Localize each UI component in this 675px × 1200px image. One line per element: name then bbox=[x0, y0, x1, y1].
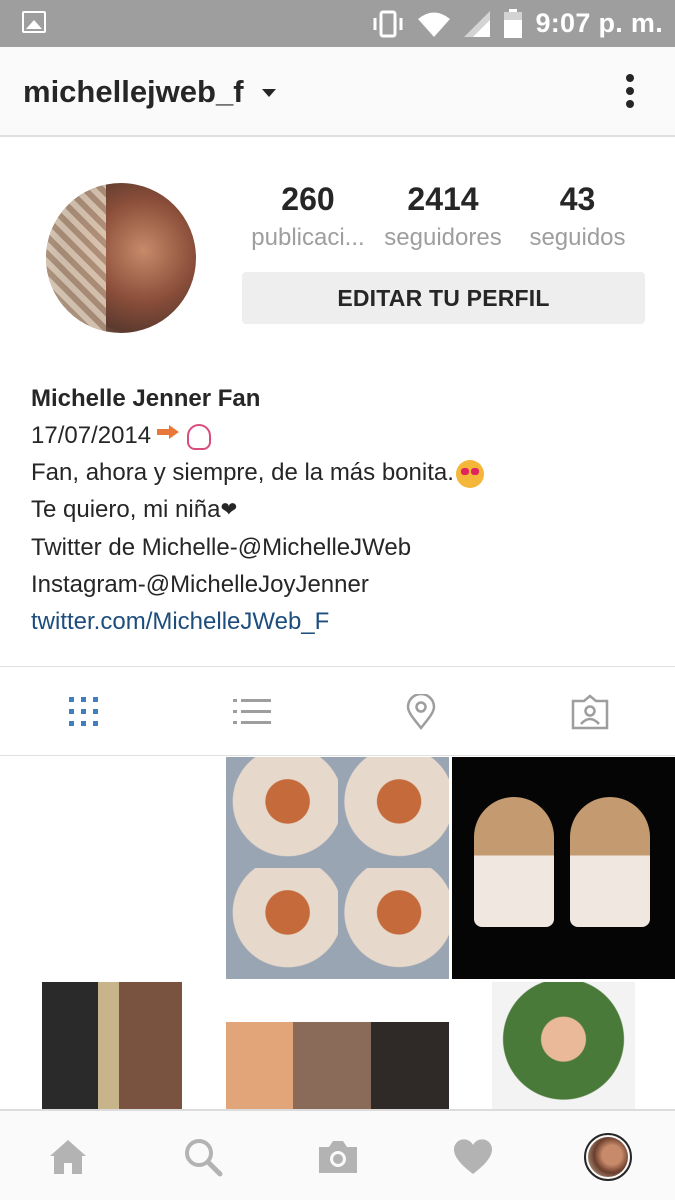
profile-stats: 260 publicaci... 2414 seguidores 43 segu… bbox=[240, 180, 650, 260]
bio-date-line: 17/07/2014 bbox=[31, 417, 651, 454]
stat-posts-label: publicaci... bbox=[251, 224, 365, 251]
dropdown-caret-icon[interactable] bbox=[262, 89, 276, 97]
status-bar: 9:07 p. m. bbox=[0, 0, 675, 47]
image-icon bbox=[22, 11, 46, 33]
profile-bio: Michelle Jenner Fan 17/07/2014 Fan, ahor… bbox=[31, 380, 651, 640]
grid-photo[interactable] bbox=[452, 982, 675, 1109]
grid-photo[interactable] bbox=[452, 757, 675, 979]
tab-tagged[interactable] bbox=[506, 667, 674, 757]
location-icon bbox=[406, 694, 436, 730]
stat-posts-value: 260 bbox=[281, 181, 335, 217]
more-options-icon[interactable] bbox=[620, 74, 640, 110]
grid-photo[interactable] bbox=[0, 757, 223, 979]
signal-icon bbox=[464, 10, 491, 37]
account-username[interactable]: michellejweb_f bbox=[23, 74, 244, 110]
stat-following-label: seguidos bbox=[529, 224, 626, 251]
stat-following[interactable]: 43 seguidos bbox=[520, 180, 635, 258]
grid-photo[interactable] bbox=[226, 982, 449, 1109]
battery-icon bbox=[504, 8, 523, 38]
tagged-icon bbox=[571, 694, 609, 730]
list-view-icon bbox=[233, 699, 271, 724]
heart-icon: ❤ bbox=[220, 499, 238, 522]
bio-line-1-text: Fan, ahora y siempre, de la más bonita. bbox=[31, 459, 454, 486]
camera-icon bbox=[318, 1140, 357, 1173]
home-icon bbox=[49, 1139, 86, 1174]
app-header: michellejweb_f bbox=[0, 47, 675, 137]
bio-date: 17/07/2014 bbox=[31, 422, 152, 449]
bio-line-3: Twitter de Michelle-@MichelleJWeb bbox=[31, 534, 412, 562]
wifi-icon bbox=[418, 12, 451, 37]
stat-following-value: 43 bbox=[559, 181, 596, 217]
bio-line-4: Instagram-@MichelleJoyJenner bbox=[31, 571, 369, 599]
status-icons: 9:07 p. m. bbox=[371, 0, 663, 47]
grid-photo[interactable] bbox=[0, 982, 223, 1109]
tab-list[interactable] bbox=[168, 667, 336, 757]
bio-line-2: Te quiero, mi niña❤ bbox=[31, 491, 651, 529]
stat-posts[interactable]: 260 publicaci... bbox=[240, 180, 376, 258]
bio-line-1: Fan, ahora y siempre, de la más bonita. bbox=[31, 454, 651, 491]
profile-avatar[interactable] bbox=[46, 183, 196, 333]
profile-name: Michelle Jenner Fan bbox=[31, 385, 261, 412]
photo-grid bbox=[0, 757, 675, 1109]
nav-profile[interactable] bbox=[540, 1111, 675, 1200]
nav-home[interactable] bbox=[0, 1111, 135, 1200]
nav-activity[interactable] bbox=[405, 1111, 540, 1200]
soon-arrow-icon bbox=[155, 424, 181, 448]
nav-search[interactable] bbox=[135, 1111, 270, 1200]
grid-view-icon bbox=[69, 697, 98, 726]
nav-camera[interactable] bbox=[270, 1111, 405, 1200]
bio-link[interactable]: twitter.com/MichelleJWeb_F bbox=[31, 603, 651, 640]
heart-icon bbox=[453, 1138, 492, 1174]
stat-followers-label: seguidores bbox=[384, 224, 502, 251]
tab-grid[interactable] bbox=[0, 667, 168, 757]
stat-followers-value: 2414 bbox=[407, 181, 479, 217]
ok-hand-icon bbox=[187, 423, 212, 450]
heart-eyes-icon bbox=[455, 459, 484, 488]
edit-profile-button[interactable]: EDITAR TU PERFIL bbox=[242, 272, 645, 324]
stat-followers[interactable]: 2414 seguidores bbox=[378, 180, 508, 258]
profile-view-tabs bbox=[0, 666, 675, 756]
bio-line-2-text: Te quiero, mi niña bbox=[31, 496, 221, 523]
search-icon bbox=[184, 1138, 222, 1176]
tab-location[interactable] bbox=[337, 667, 505, 757]
grid-photo[interactable] bbox=[226, 757, 449, 979]
bottom-navigation bbox=[0, 1109, 675, 1200]
vibrate-icon bbox=[373, 10, 403, 37]
clock-time: 9:07 p. m. bbox=[535, 8, 663, 38]
profile-icon bbox=[583, 1132, 632, 1181]
